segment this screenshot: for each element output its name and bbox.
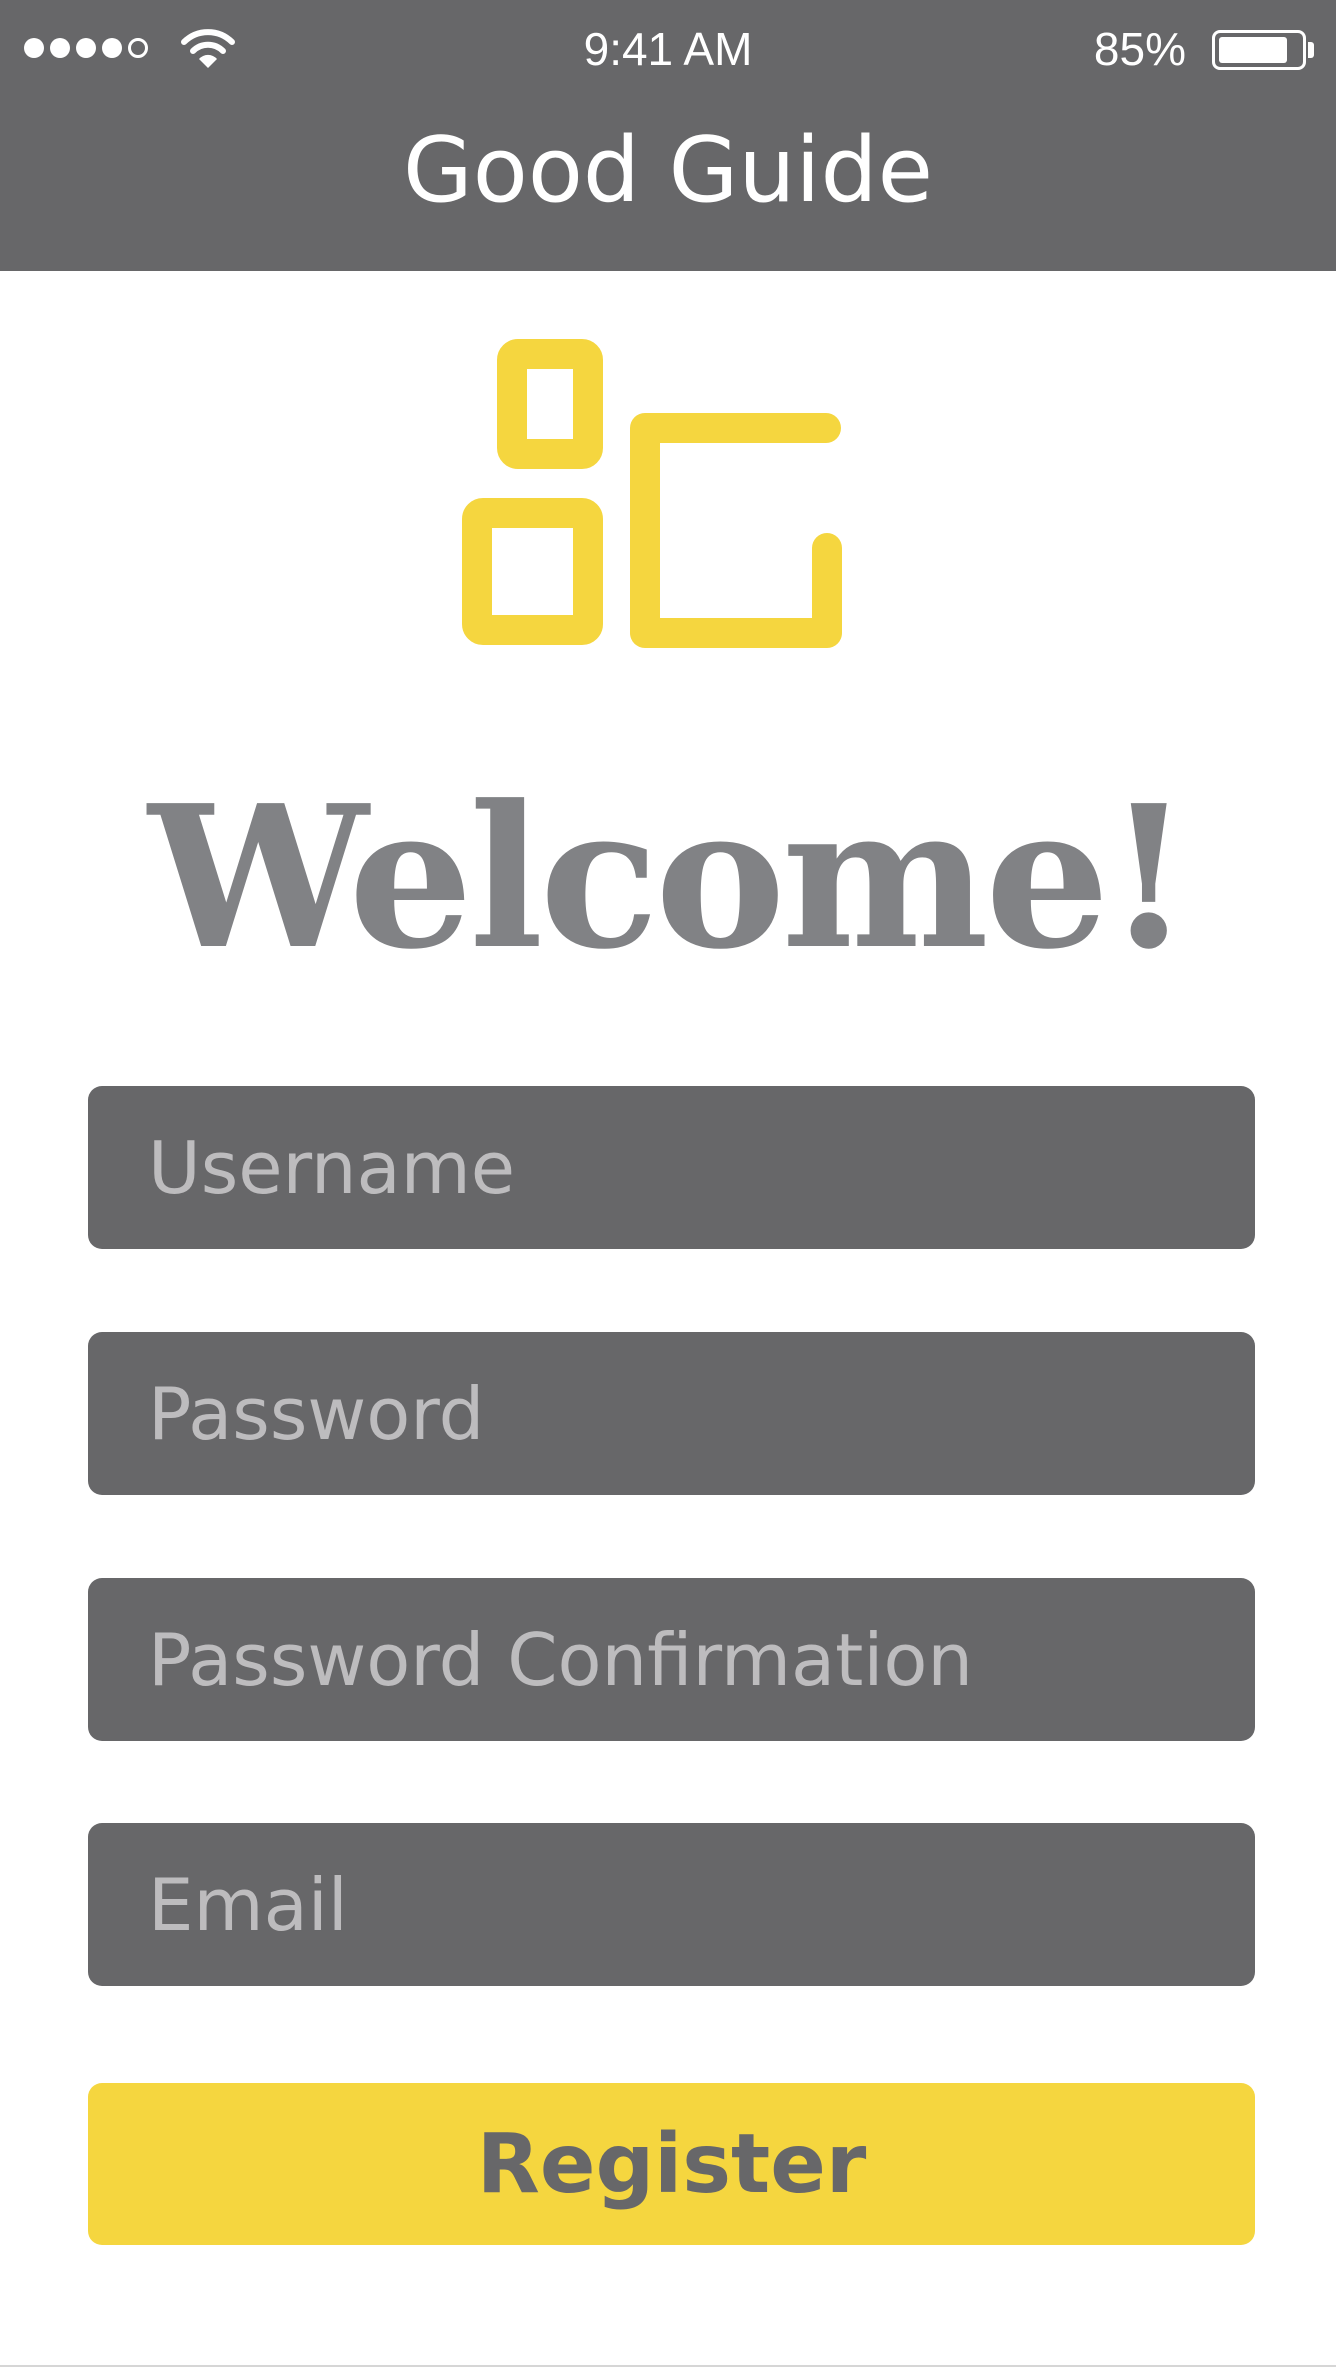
password-field[interactable] [88, 1332, 1255, 1495]
app-title: Good Guide [403, 118, 933, 223]
battery-icon [1212, 30, 1306, 70]
email-field[interactable] [88, 1823, 1255, 1986]
password-confirmation-field[interactable] [88, 1578, 1255, 1741]
good-guide-logo-icon [462, 339, 842, 648]
battery-percentage: 85% [1093, 23, 1186, 75]
welcome-heading: Welcome! [148, 763, 1192, 993]
register-button[interactable]: Register [88, 2083, 1255, 2245]
username-input[interactable] [88, 1086, 1255, 1249]
password-input[interactable] [88, 1332, 1255, 1495]
battery-fill [1219, 37, 1287, 63]
username-field[interactable] [88, 1086, 1255, 1249]
app-header: 9:41 AM 85% Good Guide [0, 0, 1336, 271]
battery-tip [1308, 42, 1314, 58]
password-confirmation-input[interactable] [88, 1578, 1255, 1741]
status-bar: 9:41 AM 85% [0, 0, 1336, 100]
email-input[interactable] [88, 1823, 1255, 1986]
